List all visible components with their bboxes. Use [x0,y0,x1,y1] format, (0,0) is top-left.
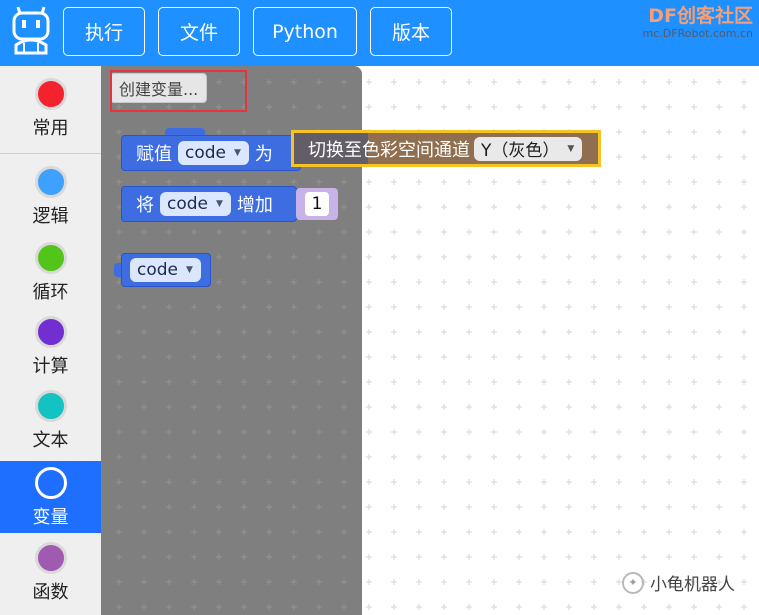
dropdown-arrow-icon: ▼ [186,265,193,275]
category-label: 函数 [32,582,69,603]
watermark-text: 小龟机器人 [650,575,735,595]
get-variable-block[interactable]: code ▼ [121,253,211,287]
annotation-highlight-box [110,70,247,112]
category-loop[interactable]: 循环 [0,242,101,304]
category-color-icon [34,542,67,574]
python-button[interactable]: Python [253,7,357,56]
category-math[interactable]: 计算 [0,316,101,378]
category-text[interactable]: 文本 [0,390,101,452]
category-label: 文本 [32,430,69,451]
file-menu-button[interactable]: 文件 [158,7,240,56]
category-divider [0,153,101,154]
category-label: 循环 [32,282,69,303]
number-input-block[interactable]: 1 [296,188,338,220]
category-color-icon [34,316,67,348]
robot-logo-icon[interactable] [10,5,52,57]
color-space-channel-block[interactable]: 切换至色彩空间通道 Y（灰色） ▼ [291,130,601,167]
variable-dropdown-value: code [185,143,226,163]
category-color-icon [34,242,67,274]
category-label: 常用 [32,118,69,139]
wechat-icon: ✦ [622,571,644,594]
category-color-icon [34,166,67,198]
brand-url: mc.DFRobot.com.cn [642,27,753,40]
run-button[interactable]: 执行 [63,7,145,56]
variable-dropdown-value: code [167,194,208,214]
category-variable[interactable]: 变量 [0,461,101,533]
set-block-suffix: 为 [254,144,273,165]
category-color-icon [34,390,67,422]
category-color-icon [34,78,67,110]
variable-dropdown-value: code [137,260,178,280]
wechat-watermark: ✦ 小龟机器人 [622,570,735,595]
category-label: 逻辑 [32,206,69,227]
change-block-middle: 增加 [236,195,273,216]
version-button[interactable]: 版本 [370,7,452,56]
brand-title: DF创客社区 [648,5,753,27]
category-color-icon [34,467,67,499]
site-watermark-brand: DF创客社区 mc.DFRobot.com.cn [643,6,753,42]
category-function[interactable]: 函数 [0,542,101,604]
category-label: 计算 [32,356,69,377]
category-logic[interactable]: 逻辑 [0,166,101,228]
dropdown-arrow-icon: ▼ [567,143,575,154]
variable-dropdown[interactable]: code ▼ [178,141,249,165]
dropdown-arrow-icon: ▼ [234,148,241,158]
color-space-label: 切换至色彩空间通道 [308,139,470,161]
set-block-prefix: 赋值 [136,144,172,165]
set-variable-block[interactable]: 赋值 code ▼ 为 [121,135,301,171]
category-sidebar: 常用 逻辑 循环 计算 文本 变量 函数 [0,66,101,615]
channel-dropdown[interactable]: Y（灰色） ▼ [474,136,583,161]
variable-dropdown[interactable]: code ▼ [160,192,231,216]
channel-dropdown-value: Y（灰色） [481,141,560,161]
change-variable-block[interactable]: 将 code ▼ 增加 [121,186,297,222]
top-toolbar: 执行 文件 Python 版本 DF创客社区 mc.DFRobot.com.cn [0,0,759,66]
change-block-prefix: 将 [136,195,154,216]
category-label: 变量 [32,507,69,528]
dropdown-arrow-icon: ▼ [216,199,223,209]
category-common[interactable]: 常用 [0,78,101,140]
variable-dropdown[interactable]: code ▼ [130,258,201,282]
number-input-value[interactable]: 1 [305,192,329,216]
